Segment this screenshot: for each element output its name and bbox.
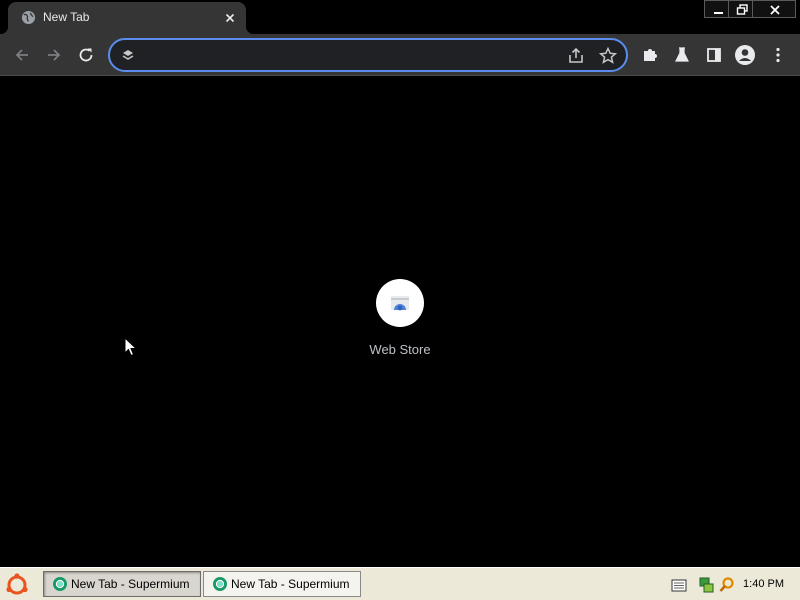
network-tray-icon[interactable] bbox=[698, 576, 716, 594]
labs-button[interactable] bbox=[670, 43, 694, 67]
side-panel-button[interactable] bbox=[702, 43, 726, 67]
profile-icon bbox=[735, 45, 755, 65]
puzzle-icon bbox=[644, 49, 657, 61]
forward-button[interactable] bbox=[42, 43, 66, 67]
back-arrow-icon bbox=[15, 49, 28, 61]
tab-strip: New Tab bbox=[0, 0, 800, 34]
browser-window: New Tab Web Store New Tab - Supermium Ne… bbox=[0, 0, 800, 600]
close-window-icon bbox=[770, 5, 780, 15]
web-store-icon bbox=[391, 296, 409, 311]
shortcut-tile bbox=[376, 279, 424, 327]
site-info-icon bbox=[122, 50, 134, 60]
restore-icon bbox=[736, 4, 748, 15]
reload-icon bbox=[79, 48, 93, 62]
forward-arrow-icon bbox=[48, 49, 61, 61]
taskbar-button-supermium-2[interactable]: New Tab - Supermium bbox=[203, 571, 361, 597]
share-icon[interactable] bbox=[566, 46, 586, 66]
shortcut-label: Web Store bbox=[369, 342, 431, 357]
tab-new-tab[interactable]: New Tab bbox=[0, 2, 254, 34]
minimize-icon bbox=[714, 12, 723, 14]
profile-button[interactable] bbox=[733, 43, 757, 67]
shortcut-web-store[interactable]: Web Store bbox=[360, 277, 440, 361]
keyboard-tray-icon[interactable] bbox=[670, 576, 688, 594]
address-bar[interactable] bbox=[108, 38, 628, 72]
menu-button[interactable] bbox=[766, 43, 790, 67]
reload-button[interactable] bbox=[74, 43, 98, 67]
window-close-button[interactable] bbox=[752, 0, 796, 18]
toolbar bbox=[0, 34, 800, 76]
mouse-cursor-icon bbox=[124, 337, 138, 357]
kebab-menu-icon bbox=[776, 47, 780, 63]
supermium-icon bbox=[53, 577, 67, 591]
taskbar-button-supermium-1[interactable]: New Tab - Supermium bbox=[43, 571, 201, 597]
address-input[interactable] bbox=[144, 46, 554, 64]
taskbar: New Tab - Supermium New Tab - Supermium … bbox=[0, 567, 800, 600]
taskbar-button-label: New Tab - Supermium bbox=[71, 577, 190, 591]
back-button[interactable] bbox=[10, 43, 34, 67]
tab-title: New Tab bbox=[43, 10, 90, 24]
extensions-button[interactable] bbox=[638, 43, 662, 67]
side-panel-icon bbox=[707, 48, 721, 62]
star-icon[interactable] bbox=[598, 46, 618, 66]
flask-icon bbox=[675, 47, 689, 62]
taskbar-button-label: New Tab - Supermium bbox=[231, 577, 350, 591]
close-icon[interactable] bbox=[222, 10, 238, 26]
search-tray-icon[interactable] bbox=[718, 576, 736, 594]
globe-icon bbox=[21, 10, 36, 25]
start-button-icon[interactable] bbox=[4, 573, 30, 597]
supermium-icon bbox=[213, 577, 227, 591]
taskbar-clock: 1:40 PM bbox=[743, 578, 784, 590]
new-tab-page: Web Store bbox=[0, 77, 800, 567]
